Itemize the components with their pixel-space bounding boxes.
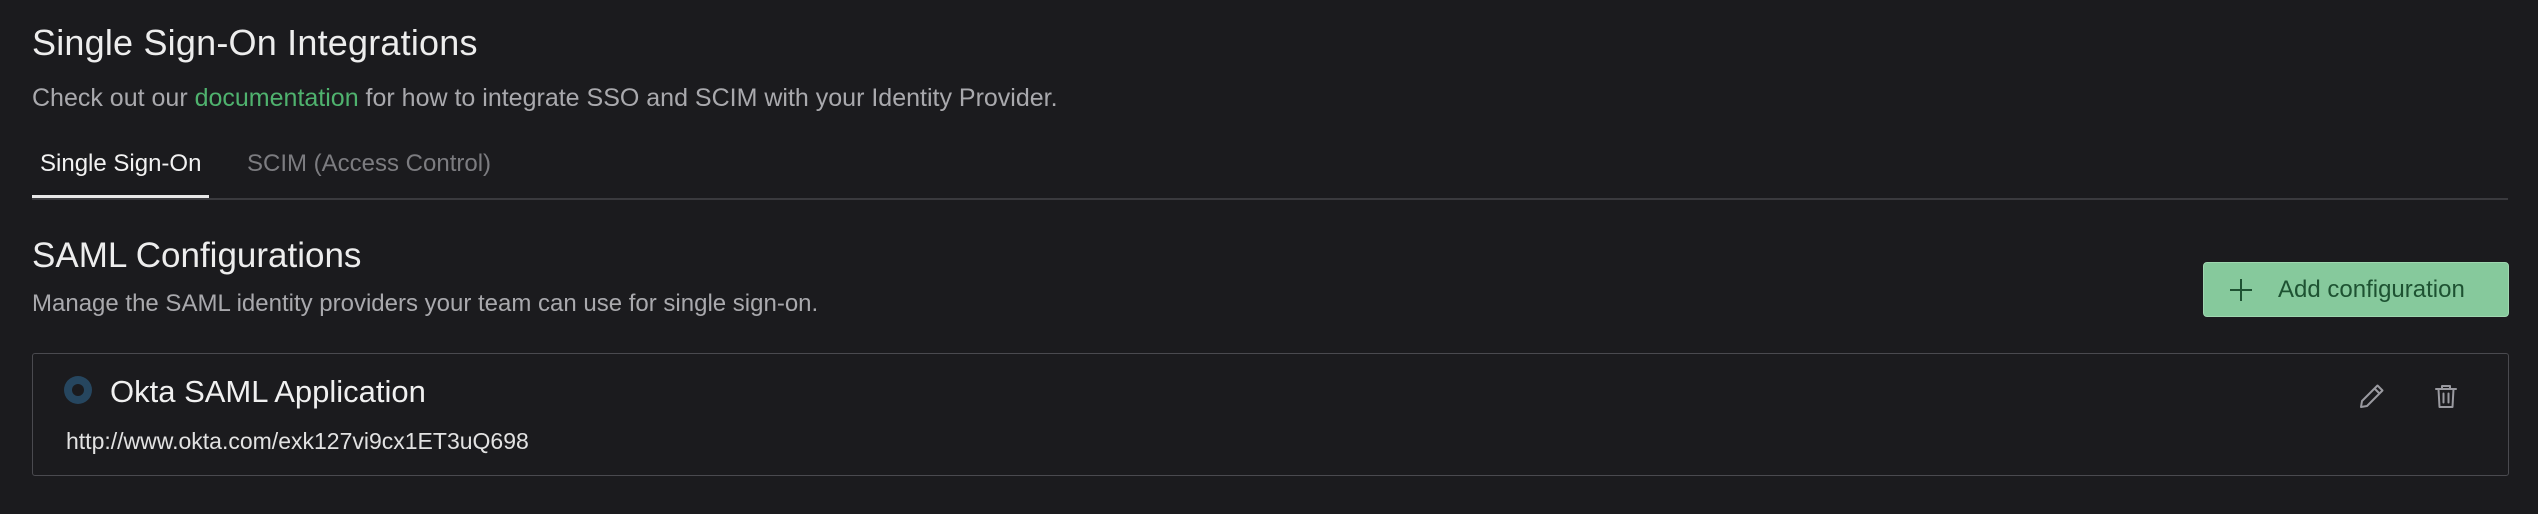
saml-configuration-card: Okta SAML Application http://www.okta.co… bbox=[32, 353, 2509, 476]
section-title: SAML Configurations bbox=[32, 236, 362, 275]
plus-icon bbox=[2230, 278, 2252, 301]
pencil-icon bbox=[2360, 384, 2384, 408]
status-ring-icon bbox=[64, 376, 92, 404]
page-title: Single Sign-On Integrations bbox=[32, 22, 478, 63]
tab-bar: Single Sign-On SCIM (Access Control) bbox=[32, 140, 2508, 200]
add-configuration-label: Add configuration bbox=[2278, 275, 2465, 303]
edit-configuration-button[interactable] bbox=[2356, 380, 2388, 412]
tab-single-sign-on[interactable]: Single Sign-On bbox=[32, 150, 210, 198]
page-subtitle: Check out our documentation for how to i… bbox=[32, 84, 1058, 113]
trash-icon bbox=[2435, 385, 2457, 408]
subtitle-prefix: Check out our bbox=[32, 84, 195, 112]
tab-scim-access-control[interactable]: SCIM (Access Control) bbox=[247, 150, 491, 198]
add-configuration-button[interactable]: Add configuration bbox=[2203, 262, 2509, 317]
documentation-link[interactable]: documentation bbox=[195, 84, 359, 112]
configuration-url: http://www.okta.com/exk127vi9cx1ET3uQ698 bbox=[66, 428, 529, 454]
subtitle-suffix: for how to integrate SSO and SCIM with y… bbox=[358, 84, 1058, 112]
configuration-name: Okta SAML Application bbox=[110, 374, 426, 409]
section-description: Manage the SAML identity providers your … bbox=[32, 290, 819, 317]
delete-configuration-button[interactable] bbox=[2430, 380, 2462, 412]
sso-settings-page: Single Sign-On Integrations Check out ou… bbox=[0, 0, 2538, 514]
